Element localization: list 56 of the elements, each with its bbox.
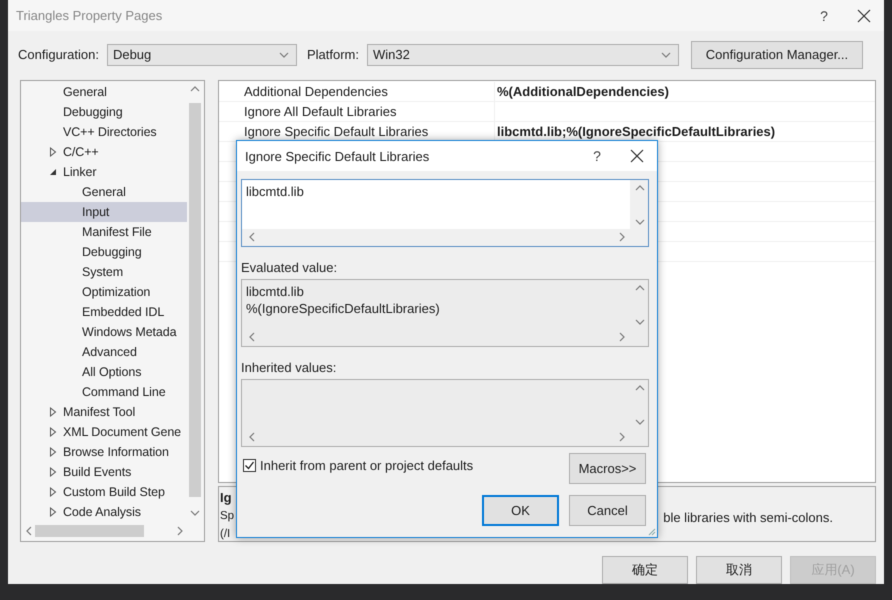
input-field[interactable]: libcmtd.lib [241,179,649,247]
description-text: Sp [220,509,234,524]
dialog-button[interactable]: OK [482,495,559,526]
tree-item[interactable]: Build Events [21,462,187,482]
configuration-label: Configuration: [18,47,99,62]
tree-item[interactable]: Debugging [21,102,187,122]
close-icon [857,8,871,23]
platform-dropdown[interactable]: Win32 [366,44,679,66]
tree-item[interactable]: General [21,82,187,102]
tree-item[interactable]: General [21,182,187,202]
tree-item[interactable]: All Options [21,362,187,382]
tree-item[interactable]: Code Analysis [21,502,187,522]
property-name[interactable]: Additional Dependencies [243,82,495,101]
help-button[interactable]: ? [577,142,617,170]
tree-item[interactable]: XML Document Gene [21,422,187,442]
section-label: Inherited values: [241,360,338,375]
dialog-button[interactable]: Cancel [569,495,646,526]
evaluated-value-text: %(IgnoreSpecificDefaultLibraries) [246,300,441,317]
scrollbar-thumb[interactable] [189,103,201,497]
tree-item[interactable]: Custom Build Step [21,482,187,502]
tree-item[interactable]: Linker [21,162,187,182]
tree-item[interactable]: Advanced [21,342,187,362]
tree-item[interactable]: Manifest File [21,222,187,242]
close-icon [630,149,644,163]
tree-item[interactable]: Embedded IDL [21,302,187,322]
tree-item[interactable]: Windows Metada [21,322,187,342]
tree-item[interactable]: VC++ Directories [21,122,187,142]
platform-label: Platform: [306,47,359,62]
description-text: (/I [220,527,232,542]
inherit-checkbox[interactable]: Inherit from parent or project defaults [243,458,474,473]
configuration-manager-button[interactable]: Configuration Manager... [690,40,863,69]
property-name[interactable]: Ignore All Default Libraries [243,102,495,121]
section-label: Evaluated value: [241,260,338,275]
tree-item[interactable]: Manifest Tool [21,402,187,422]
description-text: ble libraries with semi-colons. [663,509,833,527]
window-title: Triangles Property Pages [16,8,162,24]
dialog-button[interactable]: 取消 [696,556,782,584]
tree-item[interactable]: Input [21,202,187,222]
tree-item[interactable]: Command Line [21,382,187,402]
help-button[interactable]: ? [804,2,844,30]
checkmark-icon [244,460,255,471]
evaluated-value-text: libcmtd.lib [246,283,305,300]
tree-item[interactable]: System [21,262,187,282]
property-value[interactable]: libcmtd.lib;%(IgnoreSpecificDefaultLibraries) [495,122,875,141]
tree-item[interactable]: Browse Information [21,442,187,462]
configuration-dropdown[interactable]: Debug [106,44,297,66]
scrollbar-thumb[interactable] [34,525,144,537]
dialog-title: Ignore Specific Default Libraries [245,148,430,164]
tree-item[interactable]: C/C++ [21,142,187,162]
dialog-button[interactable]: 确定 [602,556,688,584]
macros-button[interactable]: Macros>> [569,453,646,484]
description-title: Ig [220,489,233,507]
property-value[interactable]: %(AdditionalDependencies) [495,82,875,101]
tree-item[interactable]: Optimization [21,282,187,302]
resize-grip-icon [648,528,656,536]
tree-item[interactable]: Debugging [21,242,187,262]
